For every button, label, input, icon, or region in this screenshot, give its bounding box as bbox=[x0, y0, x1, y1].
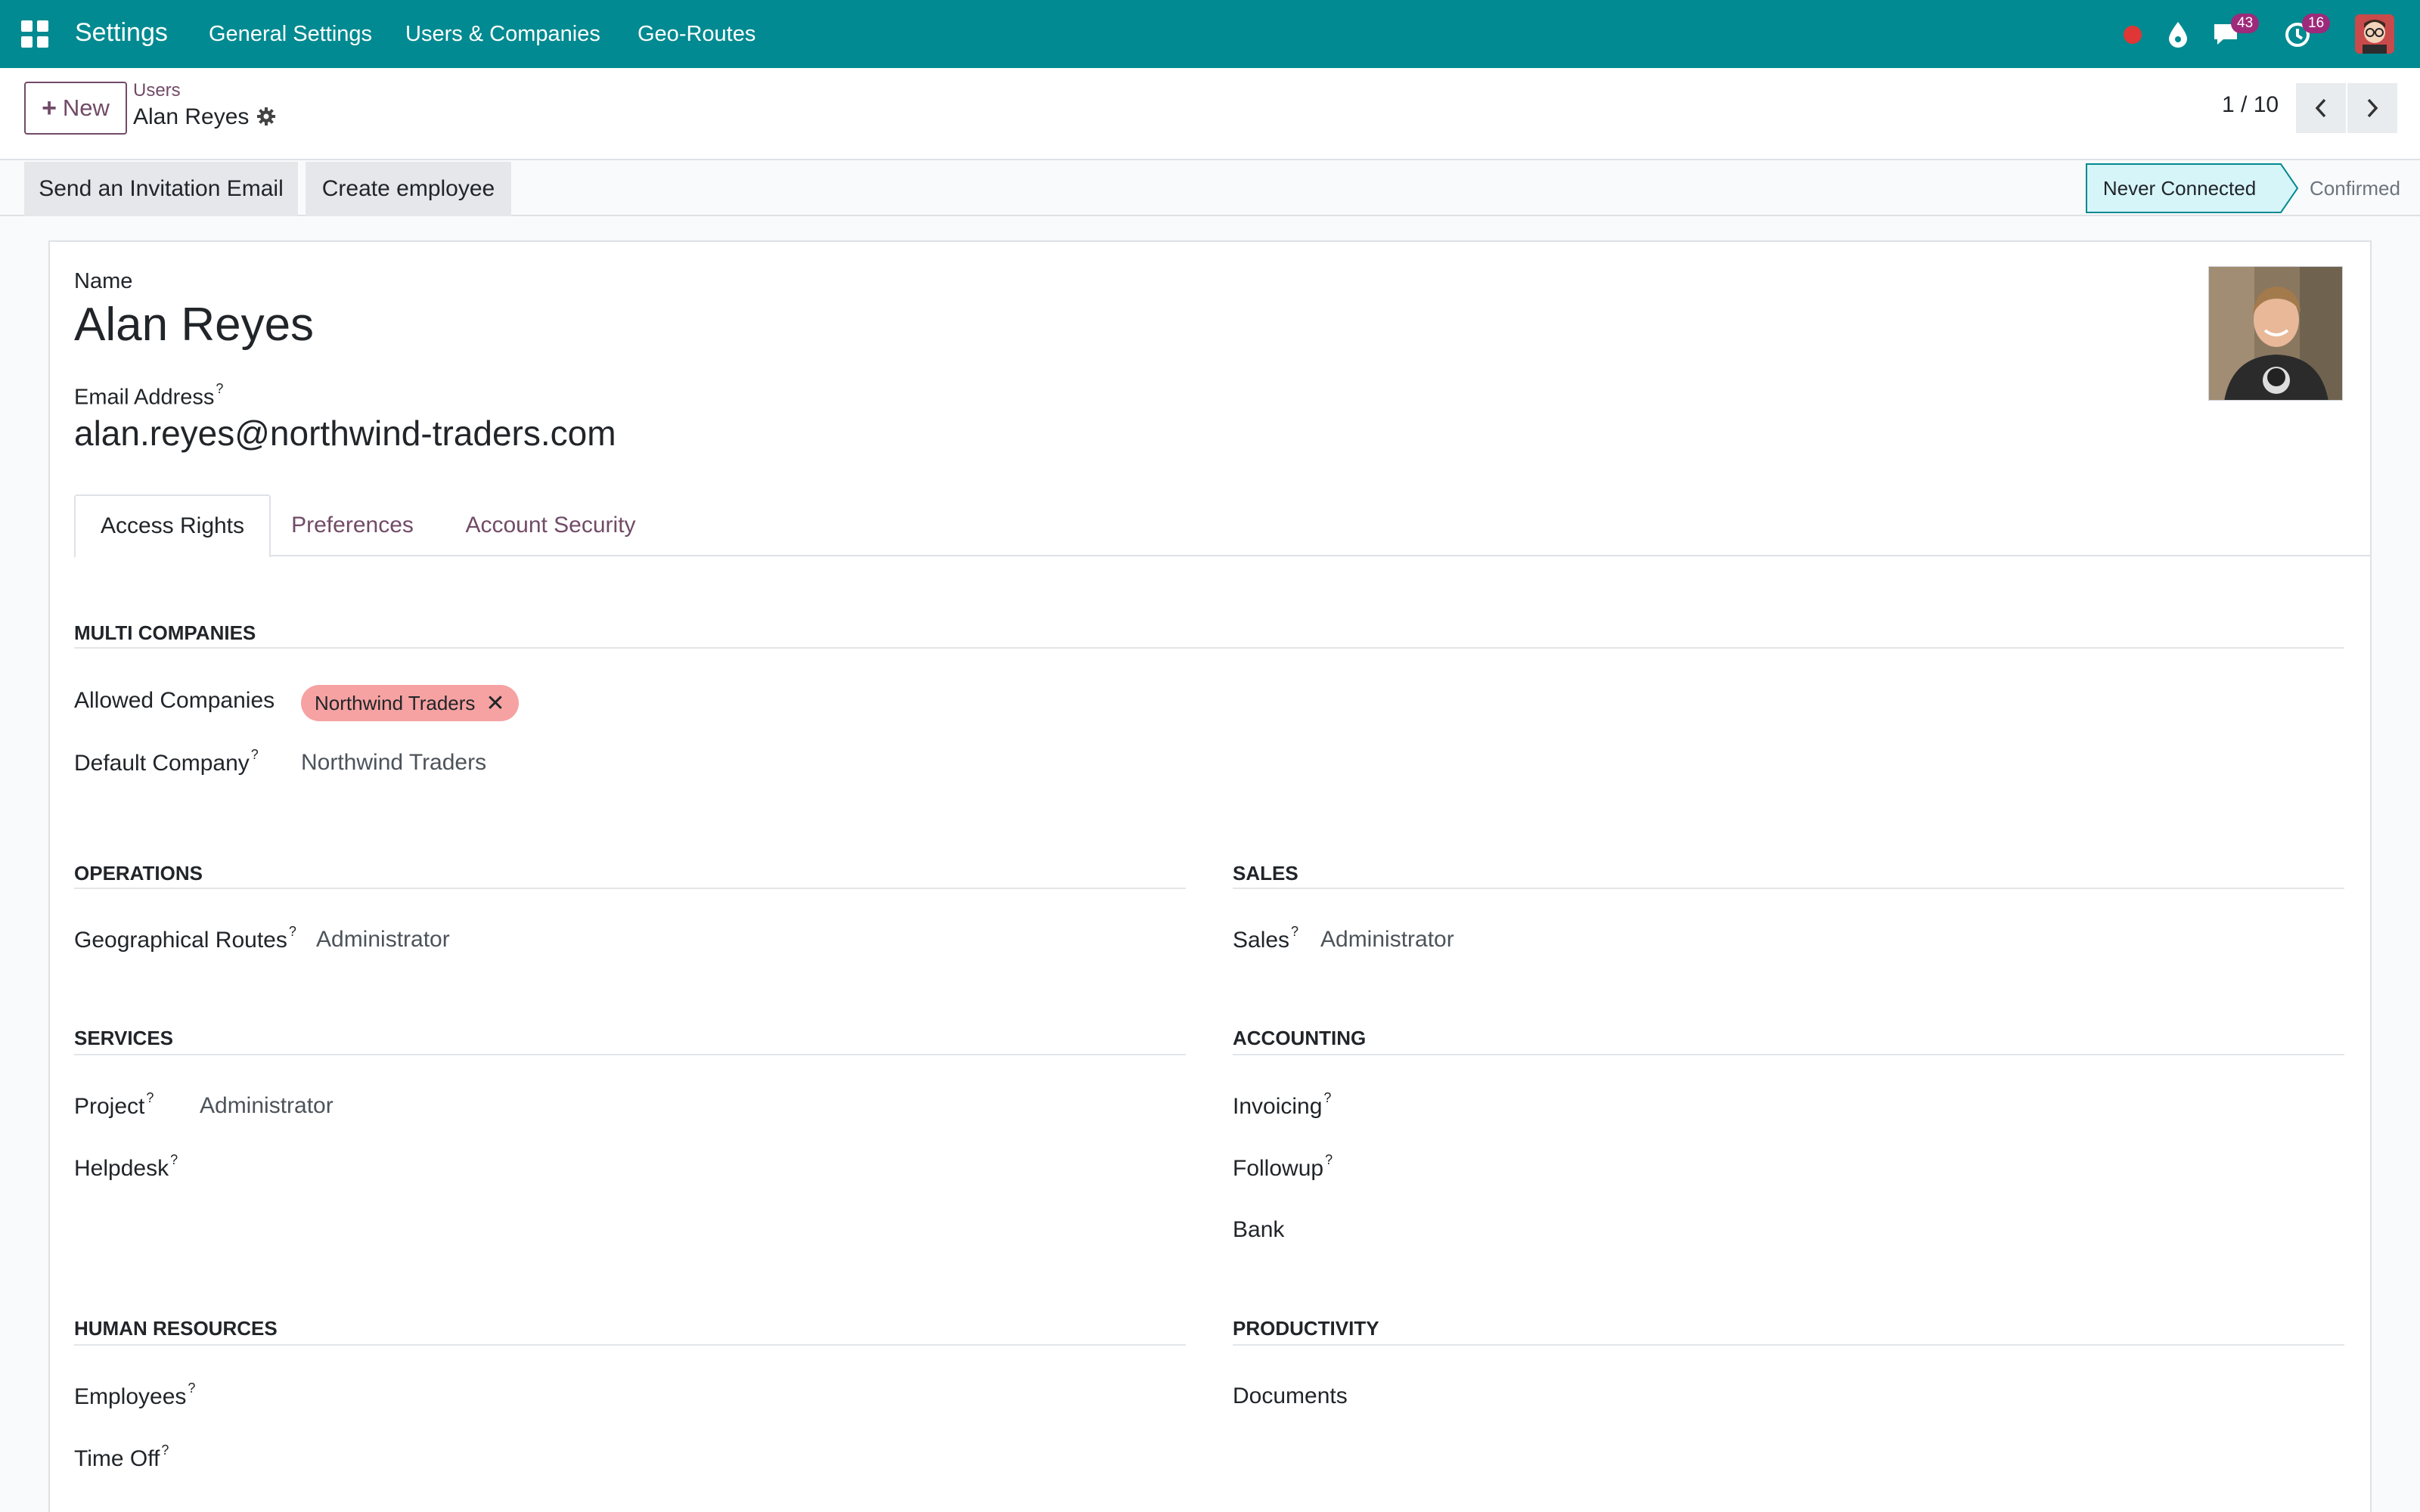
email-label-text: Email Address bbox=[74, 385, 215, 410]
user-photo[interactable] bbox=[2208, 266, 2343, 401]
followup-label: Followup? bbox=[1233, 1152, 1333, 1182]
helpdesk-label-text: Helpdesk bbox=[74, 1156, 169, 1181]
status-bar: Send an Invitation Email Create employee… bbox=[0, 160, 2420, 216]
section-divider bbox=[1233, 1344, 2344, 1346]
help-tooltip-icon[interactable]: ? bbox=[146, 1090, 154, 1105]
pager-value[interactable]: 1 / 10 bbox=[2222, 92, 2279, 118]
section-divider bbox=[74, 647, 2344, 649]
help-tooltip-icon[interactable]: ? bbox=[216, 381, 223, 396]
default-company-label-text: Default Company bbox=[74, 751, 250, 776]
messages-count-badge: 43 bbox=[2231, 14, 2260, 33]
tab-account-security[interactable]: Account Security bbox=[437, 494, 664, 556]
sales-field[interactable]: Administrator bbox=[1320, 927, 1454, 953]
breadcrumb-users-link[interactable]: Users bbox=[133, 80, 181, 101]
email-field[interactable]: alan.reyes@northwind-traders.com bbox=[74, 413, 616, 454]
project-label-text: Project bbox=[74, 1094, 145, 1119]
time-off-label-text: Time Off bbox=[74, 1446, 160, 1471]
gear-icon[interactable] bbox=[256, 106, 277, 127]
section-title-sales: SALES bbox=[1233, 862, 1298, 885]
default-company-label: Default Company? bbox=[74, 747, 259, 776]
section-title-human-resources: HUMAN RESOURCES bbox=[74, 1317, 278, 1340]
stage-never-connected[interactable]: Never Connected bbox=[2086, 163, 2272, 213]
default-company-field[interactable]: Northwind Traders bbox=[301, 750, 486, 776]
create-employee-button[interactable]: Create employee bbox=[306, 162, 511, 216]
top-navbar: Settings General Settings Users & Compan… bbox=[0, 0, 2420, 68]
allowed-companies-label: Allowed Companies bbox=[74, 688, 275, 713]
stage-arrow-icon bbox=[2272, 163, 2299, 213]
name-field[interactable]: Alan Reyes bbox=[74, 298, 314, 352]
company-tag[interactable]: Northwind Traders ✕ bbox=[301, 685, 519, 721]
tab-access-rights[interactable]: Access Rights bbox=[74, 494, 271, 558]
help-tooltip-icon[interactable]: ? bbox=[1325, 1152, 1333, 1167]
recording-indicator-icon[interactable] bbox=[2124, 26, 2142, 44]
help-tooltip-icon[interactable]: ? bbox=[188, 1380, 195, 1396]
stage-confirmed[interactable]: Confirmed bbox=[2299, 163, 2411, 213]
help-tooltip-icon[interactable]: ? bbox=[161, 1442, 169, 1458]
control-panel: + New Users Alan Reyes 1 / 10 bbox=[0, 68, 2420, 160]
company-tag-label: Northwind Traders bbox=[315, 691, 476, 714]
geographical-routes-field[interactable]: Administrator bbox=[316, 927, 450, 953]
pager-previous-button[interactable] bbox=[2296, 83, 2346, 133]
section-divider bbox=[74, 1344, 1186, 1346]
time-off-label: Time Off? bbox=[74, 1442, 169, 1472]
app-title[interactable]: Settings bbox=[75, 18, 168, 48]
user-avatar[interactable] bbox=[2355, 14, 2394, 54]
section-title-services: SERVICES bbox=[74, 1027, 174, 1049]
section-divider bbox=[1233, 888, 2344, 889]
sales-label-text: Sales bbox=[1233, 928, 1290, 953]
employees-label-text: Employees bbox=[74, 1384, 187, 1409]
pager-next-button[interactable] bbox=[2347, 83, 2397, 133]
apps-menu-icon[interactable] bbox=[21, 20, 48, 48]
invoicing-label-text: Invoicing bbox=[1233, 1094, 1323, 1119]
breadcrumb-current: Alan Reyes bbox=[133, 104, 250, 129]
employees-label: Employees? bbox=[74, 1380, 195, 1410]
help-tooltip-icon[interactable]: ? bbox=[170, 1152, 178, 1167]
email-label: Email Address? bbox=[74, 381, 223, 411]
menu-users-companies[interactable]: Users & Companies bbox=[405, 22, 600, 47]
menu-general-settings[interactable]: General Settings bbox=[209, 22, 372, 47]
chevron-left-icon bbox=[2315, 98, 2326, 118]
name-label: Name bbox=[74, 269, 133, 293]
sales-label: Sales? bbox=[1233, 924, 1298, 953]
menu-geo-routes[interactable]: Geo-Routes bbox=[638, 22, 755, 47]
new-button-label: New bbox=[62, 94, 110, 121]
debug-drop-icon[interactable] bbox=[2164, 20, 2192, 48]
plus-icon: + bbox=[42, 93, 57, 122]
project-label: Project? bbox=[74, 1090, 154, 1120]
invoicing-label: Invoicing? bbox=[1233, 1090, 1331, 1120]
notebook-tabs: Access Rights Preferences Account Securi… bbox=[74, 494, 2370, 558]
project-field[interactable]: Administrator bbox=[200, 1093, 334, 1119]
followup-label-text: Followup bbox=[1233, 1156, 1324, 1181]
geographical-routes-label-text: Geographical Routes bbox=[74, 928, 287, 953]
bank-label: Bank bbox=[1233, 1217, 1285, 1242]
section-title-multi-companies: MULTI COMPANIES bbox=[74, 621, 256, 644]
section-divider bbox=[74, 1054, 1186, 1055]
chevron-right-icon bbox=[2367, 98, 2378, 118]
close-icon[interactable]: ✕ bbox=[486, 690, 504, 717]
geographical-routes-label: Geographical Routes? bbox=[74, 924, 296, 953]
help-tooltip-icon[interactable]: ? bbox=[1291, 924, 1298, 939]
section-title-productivity: PRODUCTIVITY bbox=[1233, 1317, 1379, 1340]
help-tooltip-icon[interactable]: ? bbox=[289, 924, 296, 939]
new-button[interactable]: + New bbox=[24, 82, 127, 135]
helpdesk-label: Helpdesk? bbox=[74, 1152, 178, 1182]
send-invitation-email-button[interactable]: Send an Invitation Email bbox=[24, 162, 298, 216]
help-tooltip-icon[interactable]: ? bbox=[251, 747, 259, 762]
help-tooltip-icon[interactable]: ? bbox=[1323, 1090, 1331, 1105]
documents-label: Documents bbox=[1233, 1383, 1348, 1408]
section-title-operations: OPERATIONS bbox=[74, 862, 203, 885]
section-divider bbox=[74, 888, 1186, 889]
activities-count-badge: 16 bbox=[2302, 14, 2331, 33]
tab-preferences[interactable]: Preferences bbox=[274, 494, 431, 556]
section-divider bbox=[1233, 1054, 2344, 1055]
section-title-accounting: ACCOUNTING bbox=[1233, 1027, 1367, 1049]
